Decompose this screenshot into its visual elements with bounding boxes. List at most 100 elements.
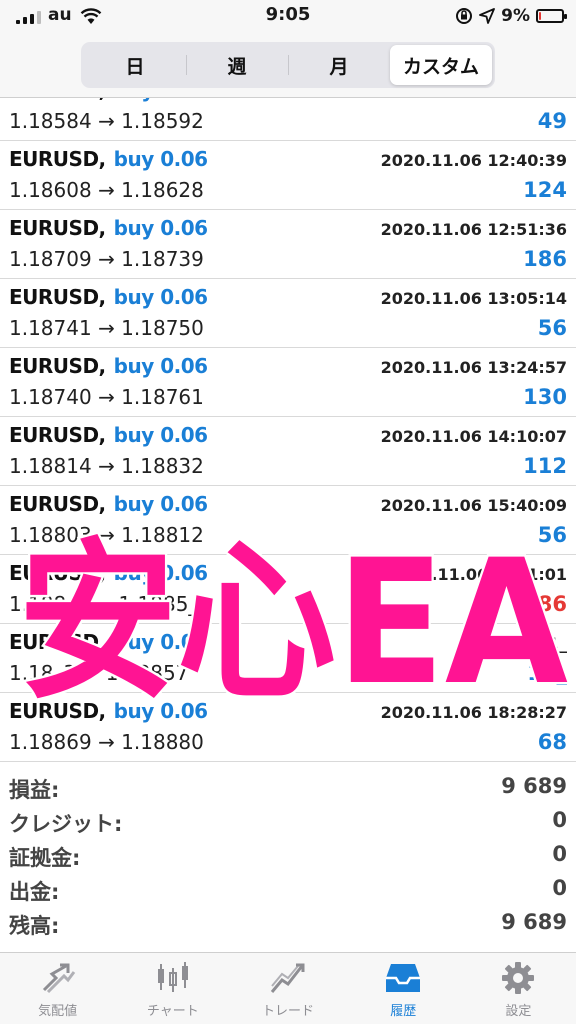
summary-profit-row: 損益: 9 689 bbox=[0, 772, 576, 806]
deal-time: 2020.11.06 12:51:36 bbox=[380, 220, 567, 239]
deal-time: 2020.11.06 13:05:14 bbox=[380, 289, 567, 308]
symbol-text: EURUSD, bbox=[9, 492, 106, 516]
deal-prices: 1.18709 → 1.18739 bbox=[9, 247, 204, 271]
status-right: 9% bbox=[455, 6, 567, 26]
deal-symbol: EURUSD, buy 0.06 bbox=[9, 423, 208, 447]
summary-label: 損益: bbox=[9, 778, 60, 802]
symbol-text: EURUSD, bbox=[9, 699, 106, 723]
deal-profit: 86 bbox=[537, 592, 567, 616]
deal-profit: 112 bbox=[523, 454, 567, 478]
orientation-lock-icon bbox=[456, 8, 473, 24]
summary-label: 証拠金: bbox=[9, 846, 81, 870]
deal-profit: 186 bbox=[523, 247, 567, 271]
deal-profit: 11_ bbox=[527, 661, 567, 685]
period-tab-week[interactable]: 週 bbox=[186, 45, 288, 85]
summary-value: 0 bbox=[552, 842, 567, 866]
summary-label: 出金: bbox=[9, 880, 60, 904]
deal-side-volume: buy 0.06 bbox=[113, 561, 208, 585]
deal-side-volume: buy 0.06 bbox=[113, 630, 208, 654]
tab-settings[interactable]: 設定 bbox=[461, 953, 576, 1024]
symbol-text: EURUSD, bbox=[9, 98, 106, 102]
deal-time: 2020.11.06 1_:_1:01 bbox=[386, 565, 567, 584]
summary-value: 9 689 bbox=[501, 910, 567, 934]
deal-row[interactable]: EURUSD, buy 0.06 1.18584 → 1.18592 49 bbox=[0, 98, 576, 141]
deal-side-volume: buy 0.06 bbox=[113, 285, 208, 309]
deal-history-list[interactable]: EURUSD,buy 0.061.18584 → 1.1859249EURUSD… bbox=[0, 98, 576, 765]
deal-symbol: EURUSD, buy 0.06 bbox=[9, 216, 208, 240]
symbol-text: EURUSD, bbox=[9, 285, 106, 309]
symbol-text: EURUSD, bbox=[9, 630, 106, 654]
deal-row[interactable]: EURUSD, buy 0.06 2020.11.06 15:40:09 1.1880… bbox=[0, 486, 576, 555]
deal-symbol: EURUSD, buy 0.06 bbox=[9, 699, 208, 723]
battery-percent: 9% bbox=[501, 6, 530, 26]
summary-panel: 損益: 9 689 クレジット: 0 証拠金: 0 出金: 0 残高: 9 68… bbox=[0, 772, 576, 942]
deal-time: 2020.11.06 13:24:57 bbox=[380, 358, 567, 377]
summary-value: 0 bbox=[552, 876, 567, 900]
deal-profit: 130 bbox=[523, 385, 567, 409]
period-tab-month[interactable]: 月 bbox=[288, 45, 390, 85]
deal-side-volume: buy 0.06 bbox=[113, 147, 208, 171]
deal-symbol: EURUSD, buy 0.06 bbox=[9, 147, 208, 171]
tab-quotes[interactable]: 気配値 bbox=[0, 953, 115, 1024]
deal-prices: 1.18803 → 1.18812 bbox=[9, 523, 204, 547]
deal-prices: 1.18814 → 1.18832 bbox=[9, 454, 204, 478]
deal-prices: 1.18869 → 1.18880 bbox=[9, 730, 204, 754]
deal-side-volume: buy 0.06 bbox=[113, 354, 208, 378]
deal-time: 2020.11.06 14:10:07 bbox=[380, 427, 567, 446]
summary-value: 9 689 bbox=[501, 774, 567, 798]
tab-label: 履歴 bbox=[390, 1004, 417, 1019]
period-tab-day[interactable]: 日 bbox=[84, 45, 186, 85]
deal-profit: 68 bbox=[537, 730, 567, 754]
location-arrow-icon bbox=[479, 8, 496, 24]
summary-label: クレジット: bbox=[9, 812, 123, 836]
deal-time: 2020.11.06 12:40:39 bbox=[380, 151, 567, 170]
summary-balance-row: 残高: 9 689 bbox=[0, 908, 576, 942]
gear-icon bbox=[502, 962, 535, 994]
symbol-text: EURUSD, bbox=[9, 423, 106, 447]
deal-profit: 56 bbox=[537, 316, 567, 340]
deal-row[interactable]: EURUSD, buy 0.06 2020.1_ 1.18_3 → 1.18857 11… bbox=[0, 624, 576, 693]
symbol-text: EURUSD, bbox=[9, 561, 106, 585]
deal-row[interactable]: EURUSD, buy 0.06 2020.11.06 12:40:39 1.1860… bbox=[0, 141, 576, 210]
deal-side-volume: buy 0.06 bbox=[113, 216, 208, 240]
deal-symbol: EURUSD, buy 0.06 bbox=[9, 285, 208, 309]
deal-row[interactable]: EURUSD, buy 0.06 2020.11.06 13:05:14 1.1874… bbox=[0, 279, 576, 348]
tab-label: 気配値 bbox=[38, 1004, 78, 1019]
deal-row[interactable]: EURUSD, buy 0.06 2020.11.06 14:10:07 1.1881… bbox=[0, 417, 576, 486]
symbol-text: EURUSD, bbox=[9, 147, 106, 171]
deal-symbol: EURUSD, buy 0.06 bbox=[9, 492, 208, 516]
trade-icon bbox=[270, 963, 305, 993]
deal-row[interactable]: EURUSD, buy 0.06 2020.11.06 13:24:57 1.1874… bbox=[0, 348, 576, 417]
tab-label: チャート bbox=[146, 1004, 199, 1019]
tab-chart[interactable]: チャート bbox=[115, 953, 230, 1024]
deal-side-volume: buy 0.06 bbox=[113, 699, 208, 723]
summary-deposit-row: 証拠金: 0 bbox=[0, 840, 576, 874]
deal-prices: 1.18_3 → 1.18857 bbox=[9, 661, 189, 685]
deal-prices: 1.18584 → 1.18592 bbox=[9, 109, 204, 133]
deal-row[interactable]: EURUSD, buy 0.06 2020.11.06 18:28:27 1.1886… bbox=[0, 693, 576, 762]
period-tab-custom[interactable]: カスタム bbox=[390, 45, 492, 85]
deal-prices: 1.18608 → 1.18628 bbox=[9, 178, 204, 202]
period-segmented-control: 日 週 月 カスタム bbox=[81, 42, 495, 88]
deal-time: 2020.1_ bbox=[497, 634, 567, 653]
deal-prices: 1.18740 → 1.18761 bbox=[9, 385, 204, 409]
deal-symbol: EURUSD, buy 0.06 bbox=[9, 98, 208, 102]
deal-side-volume: buy 0.06 bbox=[113, 492, 208, 516]
deal-row[interactable]: EURUSD, buy 0.06 2020.11.06 1_:_1:01 1.188_… bbox=[0, 555, 576, 624]
summary-value: 0 bbox=[552, 808, 567, 832]
deal-profit: 49 bbox=[537, 109, 567, 133]
tab-history[interactable]: 履歴 bbox=[346, 953, 461, 1024]
deal-symbol: EURUSD, buy 0.06 bbox=[9, 630, 208, 654]
symbol-text: EURUSD, bbox=[9, 216, 106, 240]
deal-time: 2020.11.06 15:40:09 bbox=[380, 496, 567, 515]
deal-row[interactable]: EURUSD, buy 0.06 2020.11.06 12:51:36 1.1870… bbox=[0, 210, 576, 279]
bottom-tab-bar: 気配値 チャート トレード 履歴 設定 bbox=[0, 952, 576, 1024]
deal-side-volume: buy 0.06 bbox=[114, 98, 208, 102]
period-selector-bar: 日 週 月 カスタム bbox=[0, 34, 576, 98]
tab-label: 設定 bbox=[505, 1004, 532, 1019]
tab-trade[interactable]: トレード bbox=[230, 953, 345, 1024]
inbox-history-icon bbox=[386, 964, 421, 992]
tab-label: トレード bbox=[262, 1004, 315, 1019]
summary-credit-row: クレジット: 0 bbox=[0, 806, 576, 840]
status-bar: au 9:05 9% bbox=[0, 0, 576, 34]
